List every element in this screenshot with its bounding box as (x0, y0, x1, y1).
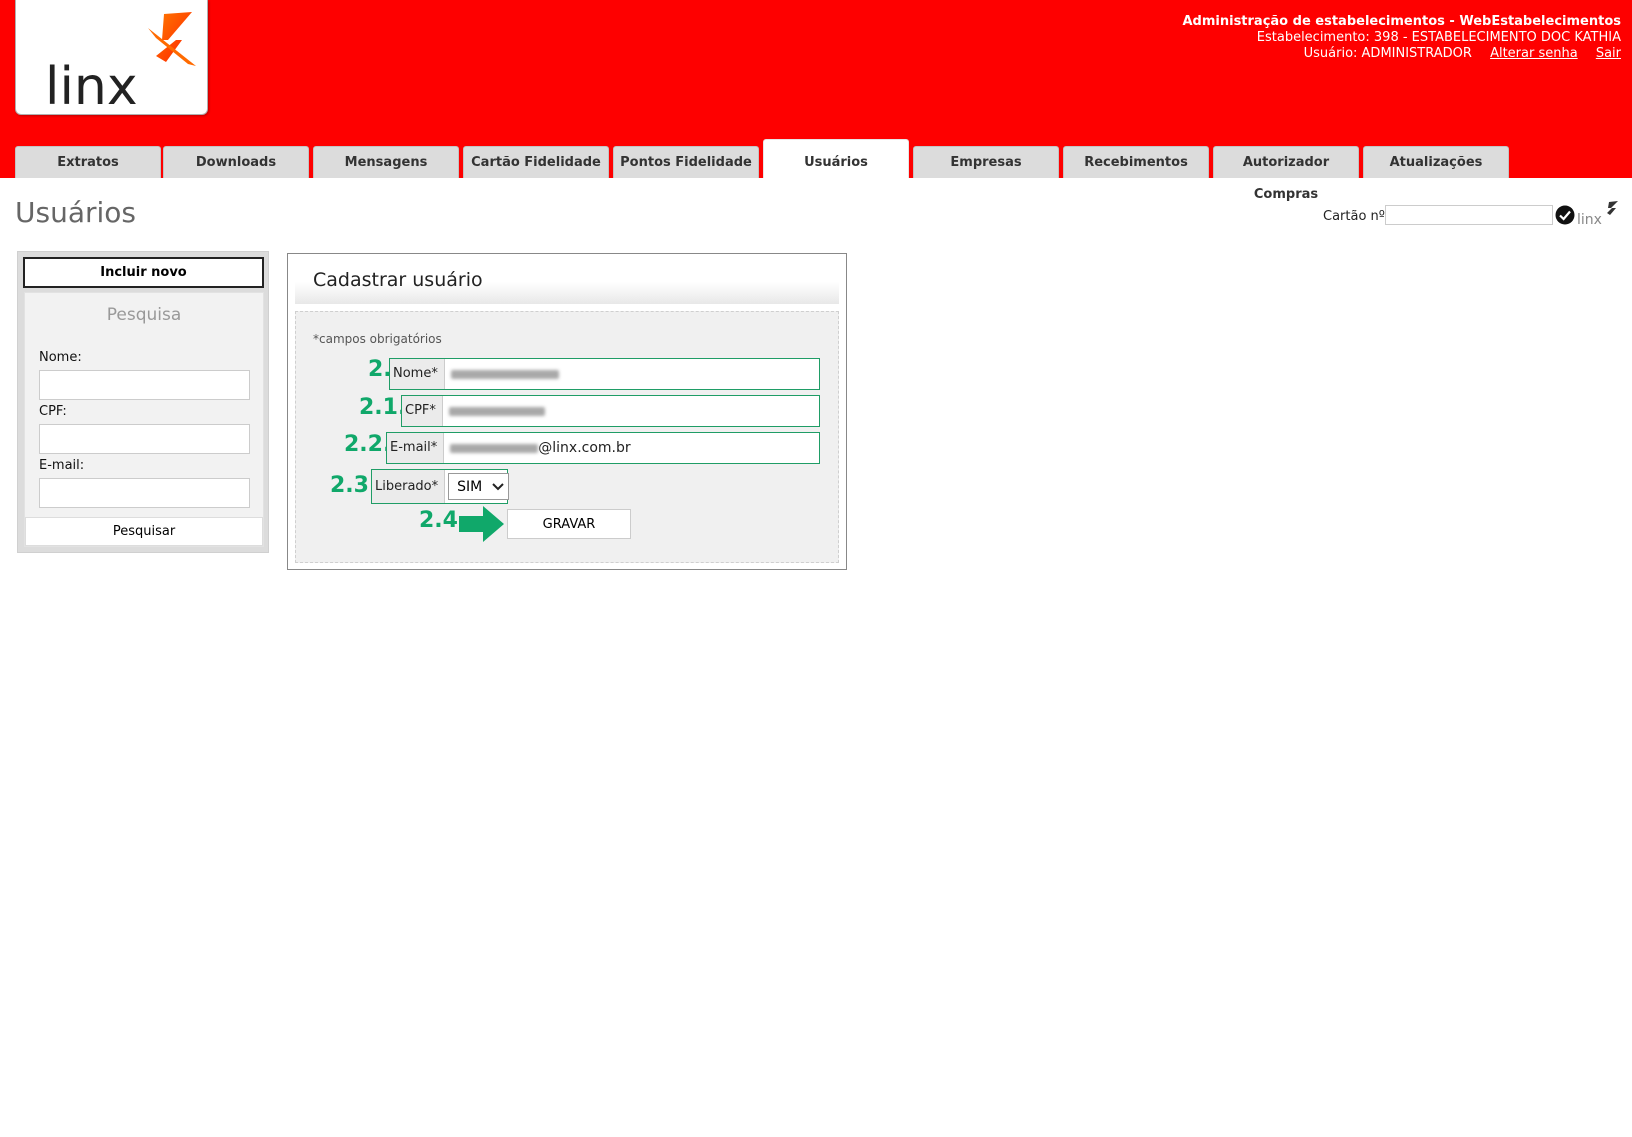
email-domain: @linx.com.br (538, 440, 631, 456)
search-panel: Pesquisa Nome: CPF: E-mail: Pesquisar (24, 292, 264, 547)
user-label: Usuário: ADMINISTRADOR (1303, 46, 1472, 61)
tab-usuarios[interactable]: Usuários (763, 139, 909, 178)
required-fields-note: *campos obrigatórios (313, 332, 442, 346)
card-number-label: Cartão nº (1323, 209, 1385, 224)
check-icon[interactable] (1555, 205, 1575, 225)
tab-recebimentos[interactable]: Recebimentos (1063, 146, 1209, 178)
email-search-label: E-mail: (39, 458, 85, 473)
arrow-right-icon (459, 506, 504, 542)
redacted-email-user (450, 443, 539, 453)
linx-logo-icon: linx (45, 12, 196, 114)
search-button[interactable]: Pesquisar (25, 517, 263, 546)
logout-link[interactable]: Sair (1596, 46, 1621, 61)
name-field-value[interactable] (445, 359, 819, 389)
sidebar: Incluir novo Pesquisa Nome: CPF: E-mail:… (17, 251, 269, 553)
svg-text:linx: linx (45, 57, 138, 114)
cpf-search-input[interactable] (39, 424, 250, 454)
form-header: Cadastrar usuário (295, 254, 839, 304)
step-label-2-1: 2.1. (359, 395, 407, 420)
add-new-button[interactable]: Incluir novo (23, 257, 264, 288)
cpf-search-label: CPF: (39, 404, 67, 419)
name-search-label: Nome: (39, 350, 82, 365)
admin-title: Administração de estabelecimentos - WebE… (1182, 14, 1621, 29)
change-password-link[interactable]: Alterar senha (1490, 46, 1578, 61)
email-field-label: E-mail* (387, 433, 445, 463)
released-select[interactable]: SIM (448, 473, 510, 500)
linx-mini-logo-icon: linx (1577, 201, 1618, 226)
tab-empresas[interactable]: Empresas (913, 146, 1059, 178)
released-field[interactable]: Liberado* SIM (371, 469, 510, 504)
linx-logo[interactable]: linx (15, 0, 208, 115)
step-label-2-2: 2.2. (344, 432, 392, 457)
name-search-input[interactable] (39, 370, 250, 400)
page-title: Usuários (15, 196, 136, 229)
redacted-name (450, 369, 559, 379)
tab-cartao-fidelidade[interactable]: Cartão Fidelidade (463, 146, 609, 178)
card-number-input[interactable] (1385, 205, 1553, 225)
header-info: Administração de estabelecimentos - WebE… (1182, 14, 1621, 62)
tab-extratos[interactable]: Extratos (15, 146, 161, 178)
name-field-label: Nome* (390, 359, 445, 389)
redacted-cpf (448, 406, 545, 416)
email-field[interactable]: E-mail* @linx.com.br (386, 432, 820, 464)
establishment-label: Estabelecimento: 398 - ESTABELECIMENTO D… (1256, 30, 1621, 45)
cpf-field[interactable]: CPF* (401, 395, 820, 427)
name-field[interactable]: Nome* (389, 358, 820, 390)
email-field-value[interactable]: @linx.com.br (444, 433, 819, 463)
email-search-input[interactable] (39, 478, 250, 508)
form-title: Cadastrar usuário (313, 269, 483, 291)
cpf-field-label: CPF* (402, 396, 443, 426)
save-button[interactable]: GRAVAR (507, 509, 631, 539)
tab-autorizador-compras[interactable]: Autorizador Compras (1213, 146, 1359, 202)
tab-atualizacoes[interactable]: Atualizações (1363, 146, 1509, 178)
svg-text:linx: linx (1577, 212, 1602, 226)
tab-pontos-fidelidade[interactable]: Pontos Fidelidade (613, 146, 759, 178)
search-title: Pesquisa (106, 305, 182, 325)
released-select-value: SIM (457, 478, 483, 495)
cpf-field-value[interactable] (443, 396, 819, 426)
released-field-label: Liberado* (372, 470, 446, 503)
tab-downloads[interactable]: Downloads (163, 146, 309, 178)
tab-mensagens[interactable]: Mensagens (313, 146, 459, 178)
chevron-down-icon (492, 482, 504, 490)
